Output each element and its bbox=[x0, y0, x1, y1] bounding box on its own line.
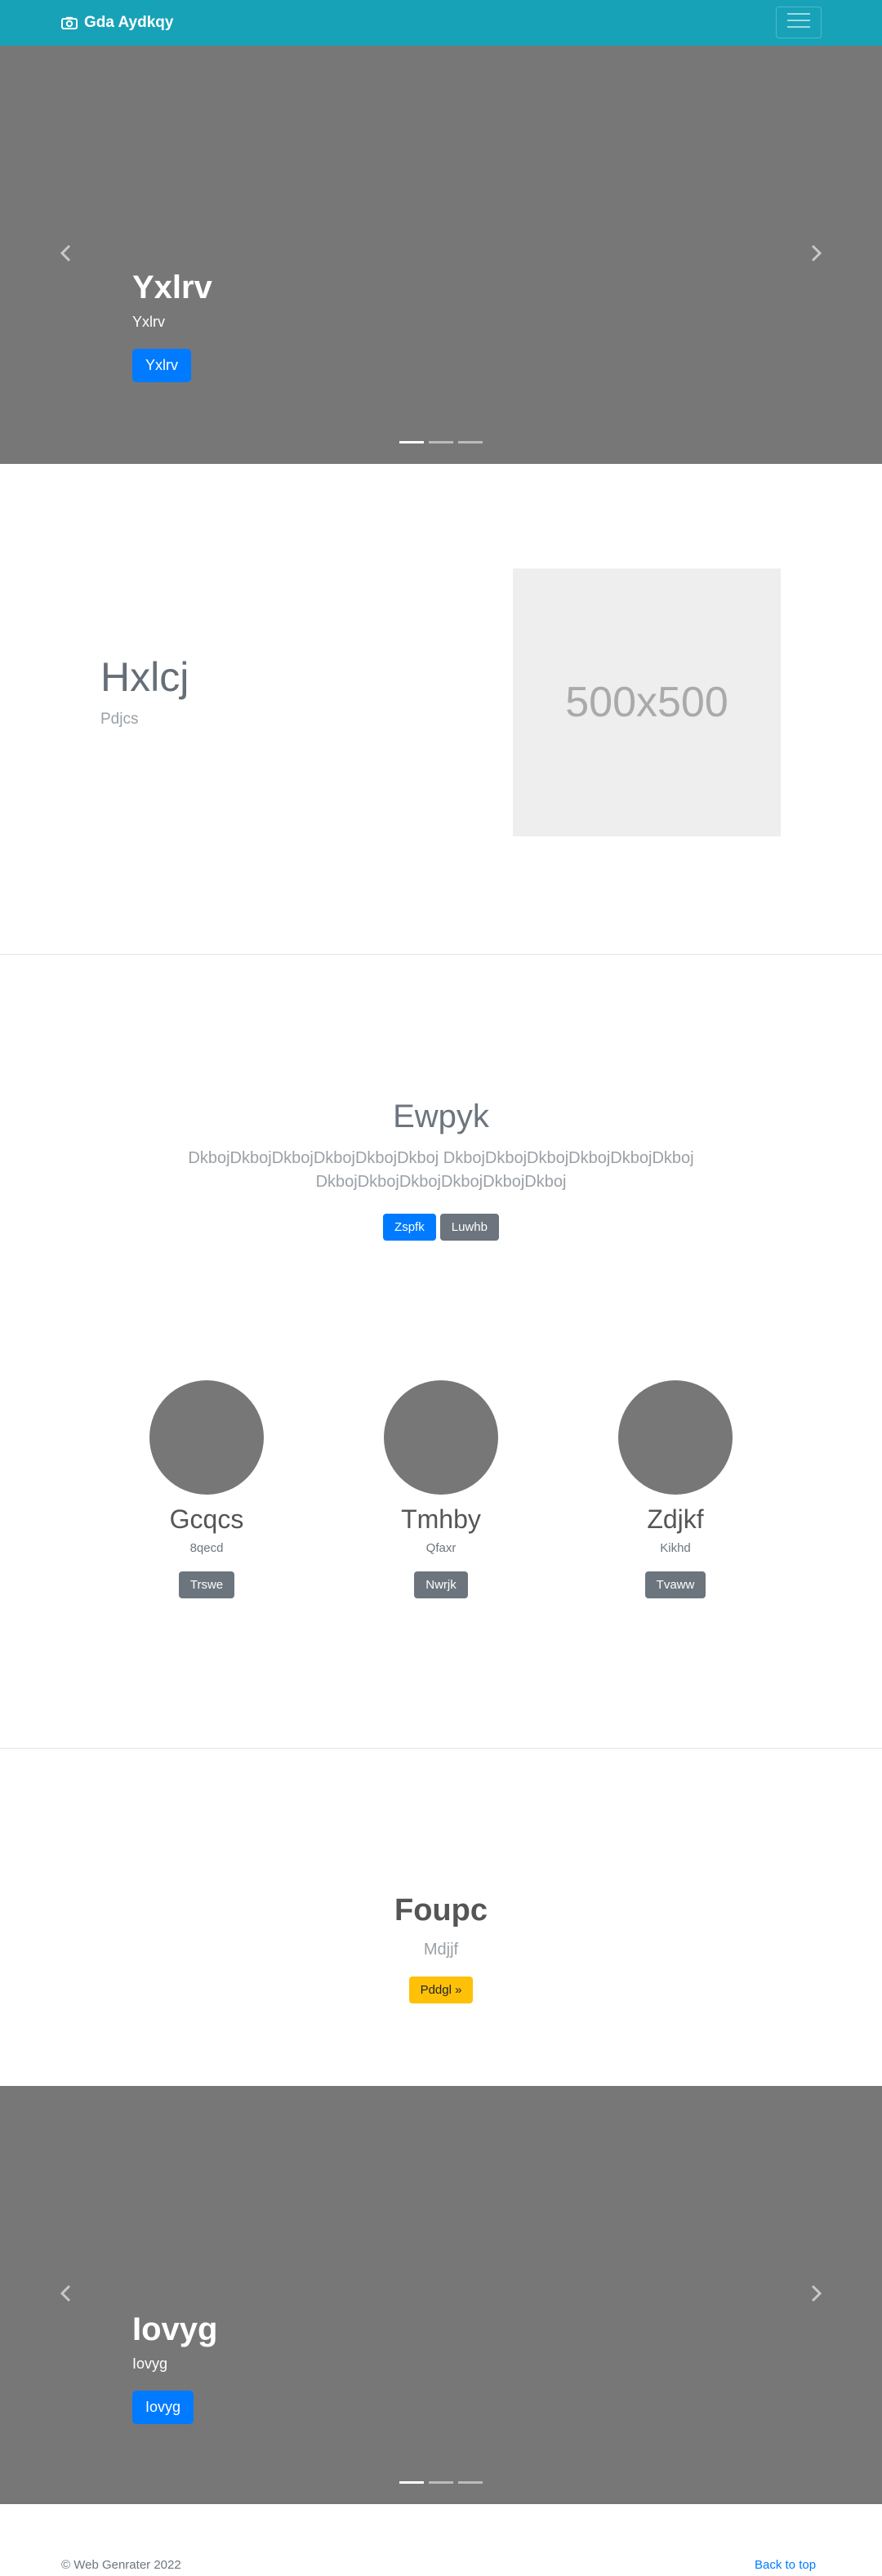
jumbotron-buttons: Zspfk Luwhb bbox=[0, 1214, 882, 1241]
carousel-indicator[interactable] bbox=[429, 2481, 453, 2484]
placeholder-label: 500x500 bbox=[565, 679, 728, 726]
carousel-caption: Yxlrv Yxlrv Yxlrv bbox=[132, 268, 212, 382]
placeholder-image: 500x500 bbox=[513, 568, 781, 836]
carousel-caption: Iovyg Iovyg Iovyg bbox=[132, 2310, 217, 2424]
person-name: Zdjkf bbox=[647, 1504, 704, 1534]
navbar-brand[interactable]: Gda Aydkqy bbox=[61, 0, 173, 46]
person-name: Tmhby bbox=[401, 1504, 481, 1534]
chevron-left-icon bbox=[59, 2284, 72, 2306]
top-navbar: Gda Aydkqy bbox=[0, 0, 882, 46]
jumbotron-text: DkbojDkbojDkbojDkbojDkbojDkboj DkbojDkbo… bbox=[188, 1149, 694, 1191]
hamburger-menu-icon bbox=[786, 11, 811, 33]
person-subtitle: 8qecd bbox=[189, 1541, 224, 1555]
carousel-indicator[interactable] bbox=[399, 2481, 424, 2484]
secondary-button[interactable]: Luwhb bbox=[439, 1214, 499, 1241]
avatar bbox=[618, 1380, 733, 1495]
person-button[interactable]: Nwrjk bbox=[414, 1571, 468, 1598]
footer-copyright: © Web Genrater 2022 bbox=[61, 2558, 181, 2572]
camera-icon bbox=[61, 16, 78, 29]
carousel-button[interactable]: Yxlrv bbox=[132, 349, 191, 382]
bottom-carousel: Iovyg Iovyg Iovyg bbox=[0, 2086, 882, 2504]
carousel-indicator[interactable] bbox=[458, 441, 483, 443]
avatar bbox=[384, 1380, 498, 1495]
featurette-heading: Hxlcj bbox=[100, 654, 189, 700]
back-to-top-link[interactable]: Back to top bbox=[755, 2558, 816, 2572]
carousel-next-button[interactable] bbox=[768, 2086, 866, 2504]
carousel-subtitle: Iovyg bbox=[132, 2355, 168, 2372]
divider bbox=[0, 1748, 882, 1749]
carousel-prev-button[interactable] bbox=[16, 2086, 114, 2504]
carousel-indicators bbox=[0, 441, 882, 443]
carousel-prev-button[interactable] bbox=[16, 46, 114, 464]
person-card: Tmhby Qfaxr Nwrjk bbox=[323, 1380, 559, 1598]
chevron-left-icon bbox=[59, 244, 72, 266]
person-button[interactable]: Trswe bbox=[178, 1571, 235, 1598]
carousel-title: Yxlrv bbox=[132, 270, 212, 305]
brand-label: Gda Aydkqy bbox=[84, 14, 174, 31]
chevron-right-icon bbox=[810, 244, 823, 266]
avatar bbox=[149, 1380, 264, 1495]
person-name: Gcqcs bbox=[169, 1504, 244, 1534]
carousel-indicator[interactable] bbox=[399, 441, 424, 443]
featurette-subheading: Pdjcs bbox=[100, 711, 139, 728]
jumbotron-heading: Ewpyk bbox=[393, 1099, 489, 1134]
person-subtitle: Kikhd bbox=[660, 1541, 691, 1555]
primary-button[interactable]: Zspfk bbox=[383, 1214, 436, 1241]
hero-carousel: Yxlrv Yxlrv Yxlrv bbox=[0, 46, 882, 464]
carousel-indicator[interactable] bbox=[458, 2481, 483, 2484]
divider bbox=[0, 954, 882, 955]
cta-heading: Foupc bbox=[394, 1893, 488, 1928]
navbar-toggler-button[interactable] bbox=[776, 7, 822, 38]
carousel-indicator[interactable] bbox=[429, 441, 453, 443]
carousel-indicators bbox=[0, 2481, 882, 2484]
carousel-subtitle: Yxlrv bbox=[132, 314, 165, 330]
chevron-right-icon bbox=[810, 2284, 823, 2306]
cta-button-wrap: Pddgl » bbox=[0, 1977, 882, 2003]
carousel-next-button[interactable] bbox=[768, 46, 866, 464]
carousel-title: Iovyg bbox=[132, 2311, 218, 2347]
carousel-button[interactable]: Iovyg bbox=[132, 2391, 194, 2424]
person-card: Gcqcs 8qecd Trswe bbox=[88, 1380, 325, 1598]
person-button[interactable]: Tvaww bbox=[644, 1571, 706, 1598]
cta-subheading: Mdjjf bbox=[423, 1941, 459, 1959]
person-card: Zdjkf Kikhd Tvaww bbox=[557, 1380, 794, 1598]
person-subtitle: Qfaxr bbox=[425, 1541, 457, 1555]
cta-button[interactable]: Pddgl » bbox=[408, 1977, 474, 2003]
